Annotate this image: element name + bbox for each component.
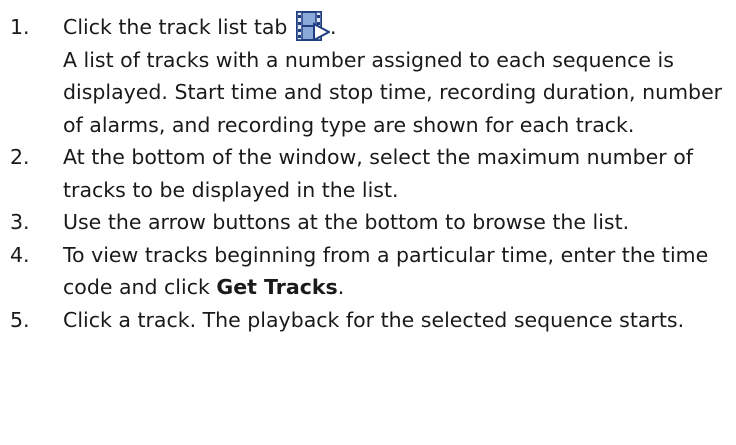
step-4: 4. To view tracks beginning from a parti…	[0, 239, 736, 304]
step-number: 4.	[10, 242, 30, 267]
step-text: Click the track list tab .	[63, 11, 736, 44]
step-1: 1. Click the track list tab . A list of …	[0, 11, 736, 141]
step-number: 5.	[10, 307, 30, 332]
step-number: 3.	[10, 210, 30, 234]
step-text: At the bottom of the window, select the …	[63, 145, 693, 202]
step-description: A list of tracks with a number assigned …	[63, 47, 723, 137]
step-number: 2.	[10, 145, 30, 169]
step-3: 3. Use the arrow buttons at the bottom t…	[0, 206, 736, 239]
step-text: Use the arrow buttons at the bottom to b…	[63, 210, 630, 234]
get-tracks-label: Get Tracks	[216, 275, 338, 299]
step-number: 1.	[10, 15, 30, 39]
film-play-icon[interactable]	[295, 11, 330, 41]
step-text: Click a track. The playback for the sele…	[63, 307, 685, 332]
step-5: 5. Click a track. The playback for the s…	[0, 304, 736, 337]
instruction-steps: 1. Click the track list tab . A list of …	[0, 0, 736, 336]
step-2: 2. At the bottom of the window, select t…	[0, 141, 736, 206]
step-text: To view tracks beginning from a particul…	[63, 242, 709, 300]
